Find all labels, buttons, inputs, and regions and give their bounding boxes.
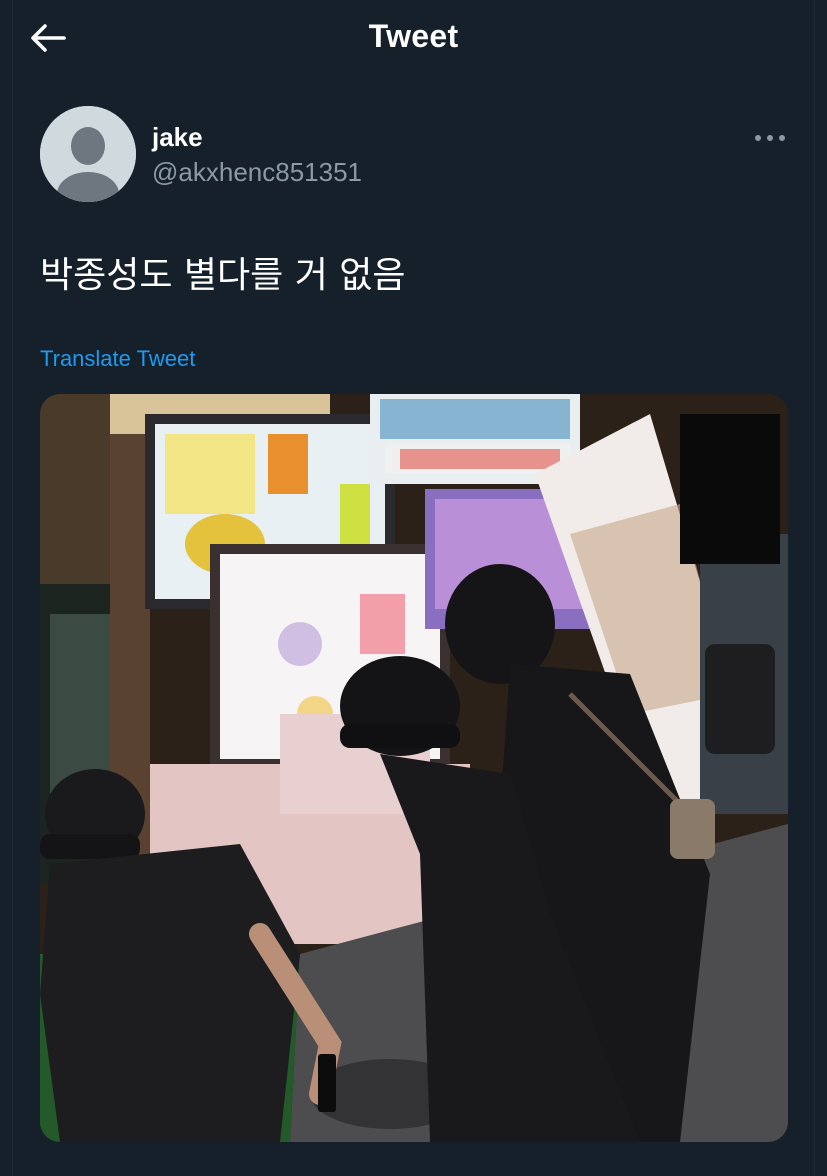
more-options-button[interactable] <box>746 120 794 156</box>
avatar[interactable] <box>40 106 136 202</box>
author-display-name[interactable]: jake <box>152 122 203 153</box>
translate-tweet-link[interactable]: Translate Tweet <box>40 346 195 372</box>
page-title: Tweet <box>368 18 459 54</box>
more-horizontal-icon <box>755 135 785 141</box>
frame-border-right <box>814 0 815 1176</box>
street-photo <box>40 394 788 1142</box>
author-handle[interactable]: @akxhenc851351 <box>152 157 362 188</box>
frame-border-left <box>12 0 13 1176</box>
top-bar: Tweet <box>0 0 827 78</box>
default-avatar-icon <box>40 106 136 202</box>
tweet-photo[interactable] <box>40 394 788 1142</box>
tweet-text: 박종성도 별다를 거 없음 <box>40 255 406 296</box>
